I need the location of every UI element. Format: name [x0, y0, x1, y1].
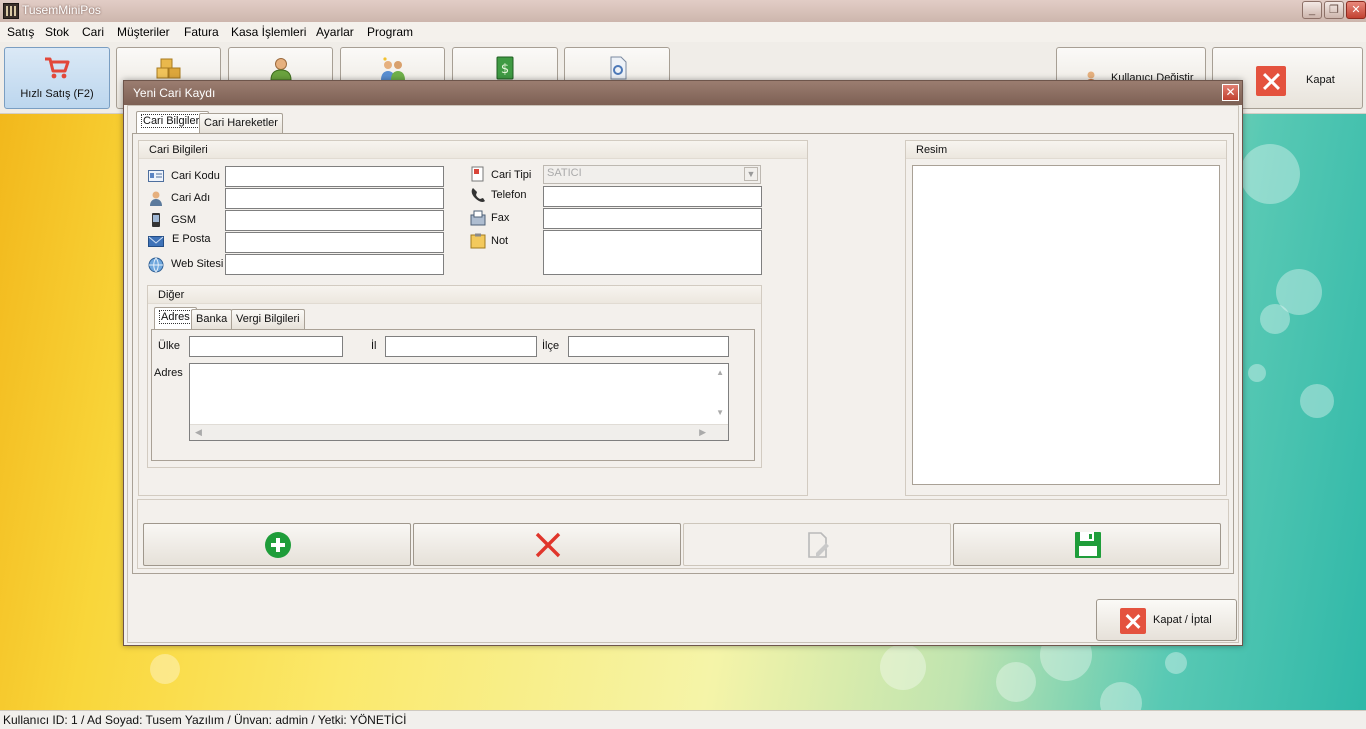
close-icon [1120, 608, 1146, 634]
city-label: İl [371, 340, 377, 352]
save-button[interactable] [953, 523, 1221, 566]
account-type-value: SATICI [547, 167, 582, 179]
dialog-close-button[interactable]: ✕ [1222, 84, 1239, 101]
envelope-icon [148, 236, 164, 247]
country-input[interactable] [189, 336, 343, 357]
minimize-button[interactable]: _ [1302, 1, 1322, 19]
boxes-icon [156, 58, 180, 79]
website-input[interactable] [225, 254, 444, 275]
country-label: Ülke [158, 340, 181, 352]
tab-vergi-bilgileri[interactable]: Vergi Bilgileri [231, 309, 305, 329]
window-title: TusemMiniPos [22, 3, 101, 17]
scroll-down-icon[interactable]: ▼ [716, 408, 724, 417]
dialog-title: Yeni Cari Kaydı [133, 86, 216, 100]
edit-button[interactable] [683, 523, 951, 566]
add-button[interactable] [143, 523, 411, 566]
chevron-down-icon[interactable]: ▼ [744, 167, 758, 181]
menu-program[interactable]: Program [367, 25, 413, 39]
scroll-up-icon[interactable]: ▲ [716, 368, 724, 377]
address-label: Adres [154, 367, 183, 379]
dialog-body: Cari Bilgileri Cari Hareketler Cari Bilg… [127, 105, 1239, 643]
close-icon [1256, 66, 1286, 96]
dialog-titlebar: Yeni Cari Kaydı ✕ [124, 81, 1242, 105]
person-icon [269, 58, 292, 80]
type-label: Cari Tipi [491, 169, 532, 181]
other-group-title: Diğer [158, 289, 185, 301]
document-settings-icon [610, 56, 627, 80]
menu-cari[interactable]: Cari [82, 25, 104, 39]
app-icon [3, 3, 19, 19]
close-cancel-label: Kapat / İptal [1153, 614, 1212, 626]
svg-text:$: $ [501, 62, 509, 77]
note-label: Not [491, 235, 509, 247]
fax-label: Fax [491, 212, 510, 224]
tab-banka[interactable]: Banka [191, 309, 233, 329]
person-icon [150, 191, 162, 206]
horizontal-scrollbar[interactable]: ◀ ▶ [190, 424, 728, 440]
website-label: Web Sitesi [171, 258, 224, 270]
account-type-icon [471, 166, 484, 182]
edit-document-icon [808, 532, 829, 558]
new-account-dialog: Yeni Cari Kaydı ✕ Cari Bilgileri Cari Ha… [123, 80, 1243, 646]
account-code-input[interactable] [225, 166, 444, 187]
district-input[interactable] [568, 336, 729, 357]
close-app-label: Kapat [1306, 74, 1335, 86]
money-book-icon: $ [496, 56, 514, 80]
other-group: Diğer Adres Banka Vergi Bilgileri Ülke İ… [147, 285, 762, 468]
account-type-select[interactable]: SATICI ▼ [543, 165, 761, 184]
menu-musteriler[interactable]: Müşteriler [117, 25, 170, 39]
menu-satis[interactable]: Satış [7, 25, 34, 39]
account-info-group-title: Cari Bilgileri [149, 144, 208, 156]
status-text: Kullanıcı ID: 1 / Ad Soyad: Tusem Yazılı… [3, 713, 407, 727]
floppy-disk-icon [1075, 532, 1101, 558]
city-input[interactable] [385, 336, 537, 357]
tab-cari-hareketler[interactable]: Cari Hareketler [199, 113, 283, 133]
menu-fatura[interactable]: Fatura [184, 25, 219, 39]
email-label: E Posta [172, 233, 211, 245]
gsm-label: GSM [171, 214, 197, 226]
tab-page-cari-bilgileri: Cari Bilgileri Cari Kodu Cari Adı GSM E … [132, 133, 1234, 574]
window-titlebar: TusemMiniPos _ ❐ ✕ [0, 0, 1366, 22]
fax-input[interactable] [543, 208, 762, 229]
note-textarea[interactable] [543, 230, 762, 275]
restore-button[interactable]: ❐ [1324, 1, 1344, 19]
tab-page-adres: Ülke İl İlçe Adres ▲ ▼ ◀ ▶ [151, 329, 755, 461]
menu-bar: Satış Stok Cari Müşteriler Fatura Kasa İ… [0, 22, 1366, 42]
id-card-icon [148, 170, 164, 182]
phone-label: Telefon [491, 189, 527, 201]
image-group: Resim [905, 140, 1227, 496]
image-group-title: Resim [916, 144, 948, 156]
gsm-input[interactable] [225, 210, 444, 231]
account-info-group: Cari Bilgileri Cari Kodu Cari Adı GSM E … [138, 140, 808, 496]
telephone-icon [471, 188, 485, 202]
fax-icon [470, 210, 486, 226]
menu-ayarlar[interactable]: Ayarlar [316, 25, 354, 39]
address-textarea[interactable]: ▲ ▼ ◀ ▶ [189, 363, 729, 441]
close-window-button[interactable]: ✕ [1346, 1, 1366, 19]
account-name-input[interactable] [225, 188, 444, 209]
status-bar: Kullanıcı ID: 1 / Ad Soyad: Tusem Yazılı… [0, 710, 1366, 729]
shopping-cart-icon [45, 57, 70, 79]
quick-sale-label: Hızlı Satış (F2) [20, 88, 94, 100]
district-label: İlçe [542, 340, 560, 352]
plus-circle-icon [265, 532, 291, 558]
email-input[interactable] [225, 232, 444, 253]
name-label: Cari Adı [171, 192, 211, 204]
image-picture-box[interactable] [912, 165, 1220, 485]
menu-stok[interactable]: Stok [45, 25, 69, 39]
scroll-right-icon[interactable]: ▶ [699, 427, 706, 438]
tab-cari-bilgileri[interactable]: Cari Bilgileri [136, 111, 209, 133]
menu-kasa-islemleri[interactable]: Kasa İşlemleri [231, 25, 306, 39]
quick-sale-button[interactable]: Hızlı Satış (F2) [4, 47, 110, 109]
mobile-phone-icon [152, 213, 160, 227]
close-cancel-button[interactable]: Kapat / İptal [1096, 599, 1237, 641]
globe-icon [148, 257, 164, 273]
group-icon [380, 57, 405, 80]
note-icon [470, 233, 486, 249]
phone-input[interactable] [543, 186, 762, 207]
scroll-left-icon[interactable]: ◀ [195, 427, 202, 438]
code-label: Cari Kodu [171, 170, 220, 182]
delete-button[interactable] [413, 523, 681, 566]
red-x-icon [535, 532, 561, 558]
